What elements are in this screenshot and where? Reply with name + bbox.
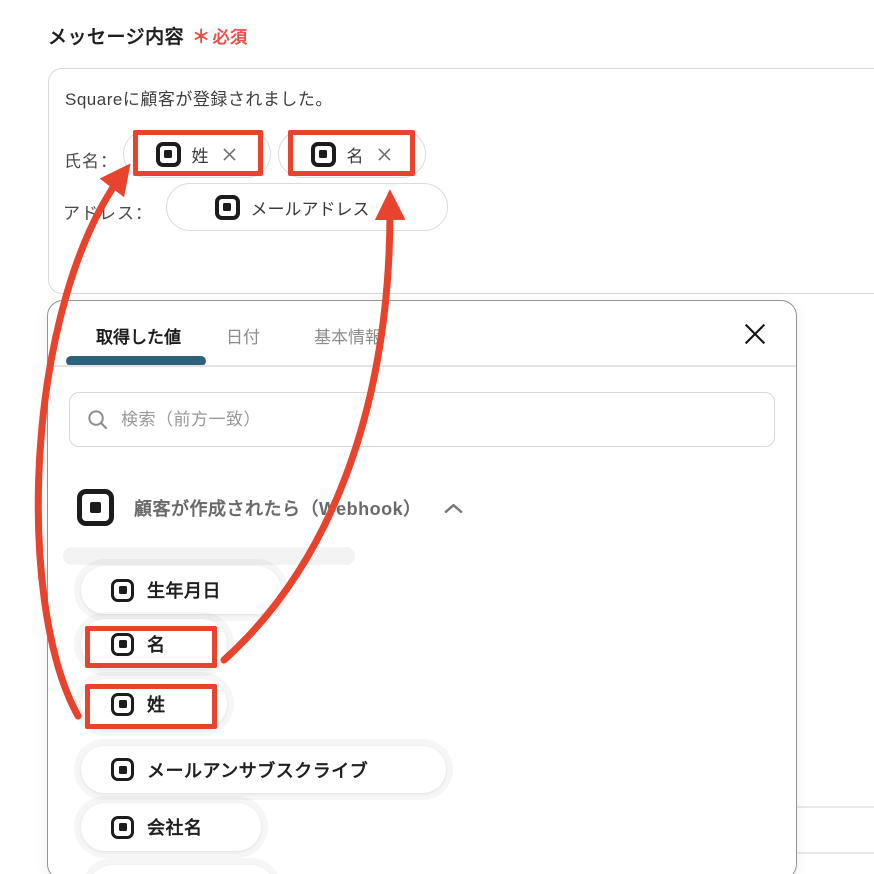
square-logo-icon bbox=[155, 141, 181, 167]
screen: メッセージ内容 ＊必須 Squareに顧客が登録されました。 氏名： 姓 名 アド… bbox=[0, 0, 874, 874]
search-icon bbox=[88, 410, 108, 430]
search-box[interactable] bbox=[69, 392, 775, 447]
square-logo-icon bbox=[111, 758, 134, 781]
remove-token-icon[interactable] bbox=[375, 145, 394, 164]
token-chip-label: 名 bbox=[346, 146, 364, 166]
background-divider bbox=[797, 852, 874, 854]
square-logo-icon bbox=[77, 489, 114, 526]
square-logo-icon bbox=[111, 632, 134, 656]
trigger-group-header[interactable]: 顧客が作成されたら（Webhook） bbox=[77, 489, 463, 526]
remove-token-icon[interactable] bbox=[381, 198, 400, 217]
remove-token-icon[interactable] bbox=[220, 145, 239, 164]
list-item-label: 会社名 bbox=[147, 818, 203, 838]
page-title: メッセージ内容 ＊必須 bbox=[48, 22, 248, 49]
chevron-up-icon[interactable] bbox=[444, 502, 463, 514]
token-chip-label: メールアドレス bbox=[250, 199, 370, 219]
message-content-label: メッセージ内容 bbox=[48, 27, 185, 48]
list-item-birthdate[interactable]: 生年月日 bbox=[81, 566, 281, 614]
list-item-label: メールアンサブスクライブ bbox=[147, 760, 369, 781]
tab-acquired-values[interactable]: 取得した値 bbox=[96, 323, 181, 348]
tab-basic-info[interactable]: 基本情報 bbox=[314, 323, 382, 348]
token-chip-last-name[interactable]: 姓 bbox=[123, 130, 271, 178]
list-item-partial[interactable] bbox=[89, 865, 274, 874]
message-content-box[interactable]: Squareに顧客が登録されました。 氏名： 姓 名 アドレス： メールアドレス bbox=[48, 68, 874, 294]
token-chip-label: 姓 bbox=[191, 146, 209, 166]
square-logo-icon bbox=[111, 815, 134, 839]
tab-date[interactable]: 日付 bbox=[226, 323, 260, 348]
token-chip-email[interactable]: メールアドレス bbox=[166, 183, 448, 231]
background-divider bbox=[797, 806, 874, 808]
list-item-last-name[interactable]: 姓 bbox=[81, 679, 227, 729]
list-item-label: 生年月日 bbox=[147, 581, 221, 601]
trigger-group-label: 顧客が作成されたら（Webhook） bbox=[134, 498, 422, 519]
list-item-email-unsubscribe[interactable]: メールアンサブスクライブ bbox=[81, 746, 446, 793]
square-logo-icon bbox=[310, 141, 336, 167]
list-item-company-name[interactable]: 会社名 bbox=[81, 803, 261, 851]
list-item-first-name[interactable]: 名 bbox=[81, 619, 227, 669]
search-input[interactable] bbox=[121, 409, 758, 430]
token-picker-popup: 取得した値 日付 基本情報 顧客が作成されたら（Webhook） 生年月日 bbox=[47, 300, 797, 874]
message-body-text: Squareに顧客が登録されました。 bbox=[65, 90, 333, 109]
list-scroll-edge bbox=[63, 547, 355, 565]
token-chip-first-name[interactable]: 名 bbox=[278, 130, 426, 178]
square-logo-icon bbox=[214, 194, 240, 220]
close-icon[interactable] bbox=[738, 317, 772, 351]
required-badge: 必須 bbox=[212, 28, 248, 47]
list-item-label: 名 bbox=[147, 635, 166, 655]
list-item-label: 姓 bbox=[147, 695, 166, 715]
address-row-label: アドレス： bbox=[63, 204, 153, 223]
tab-divider bbox=[48, 365, 796, 367]
name-row-label: 氏名： bbox=[64, 152, 118, 171]
square-logo-icon bbox=[111, 692, 134, 716]
required-asterisk-icon: ＊ bbox=[192, 27, 211, 47]
square-logo-icon bbox=[111, 578, 134, 602]
